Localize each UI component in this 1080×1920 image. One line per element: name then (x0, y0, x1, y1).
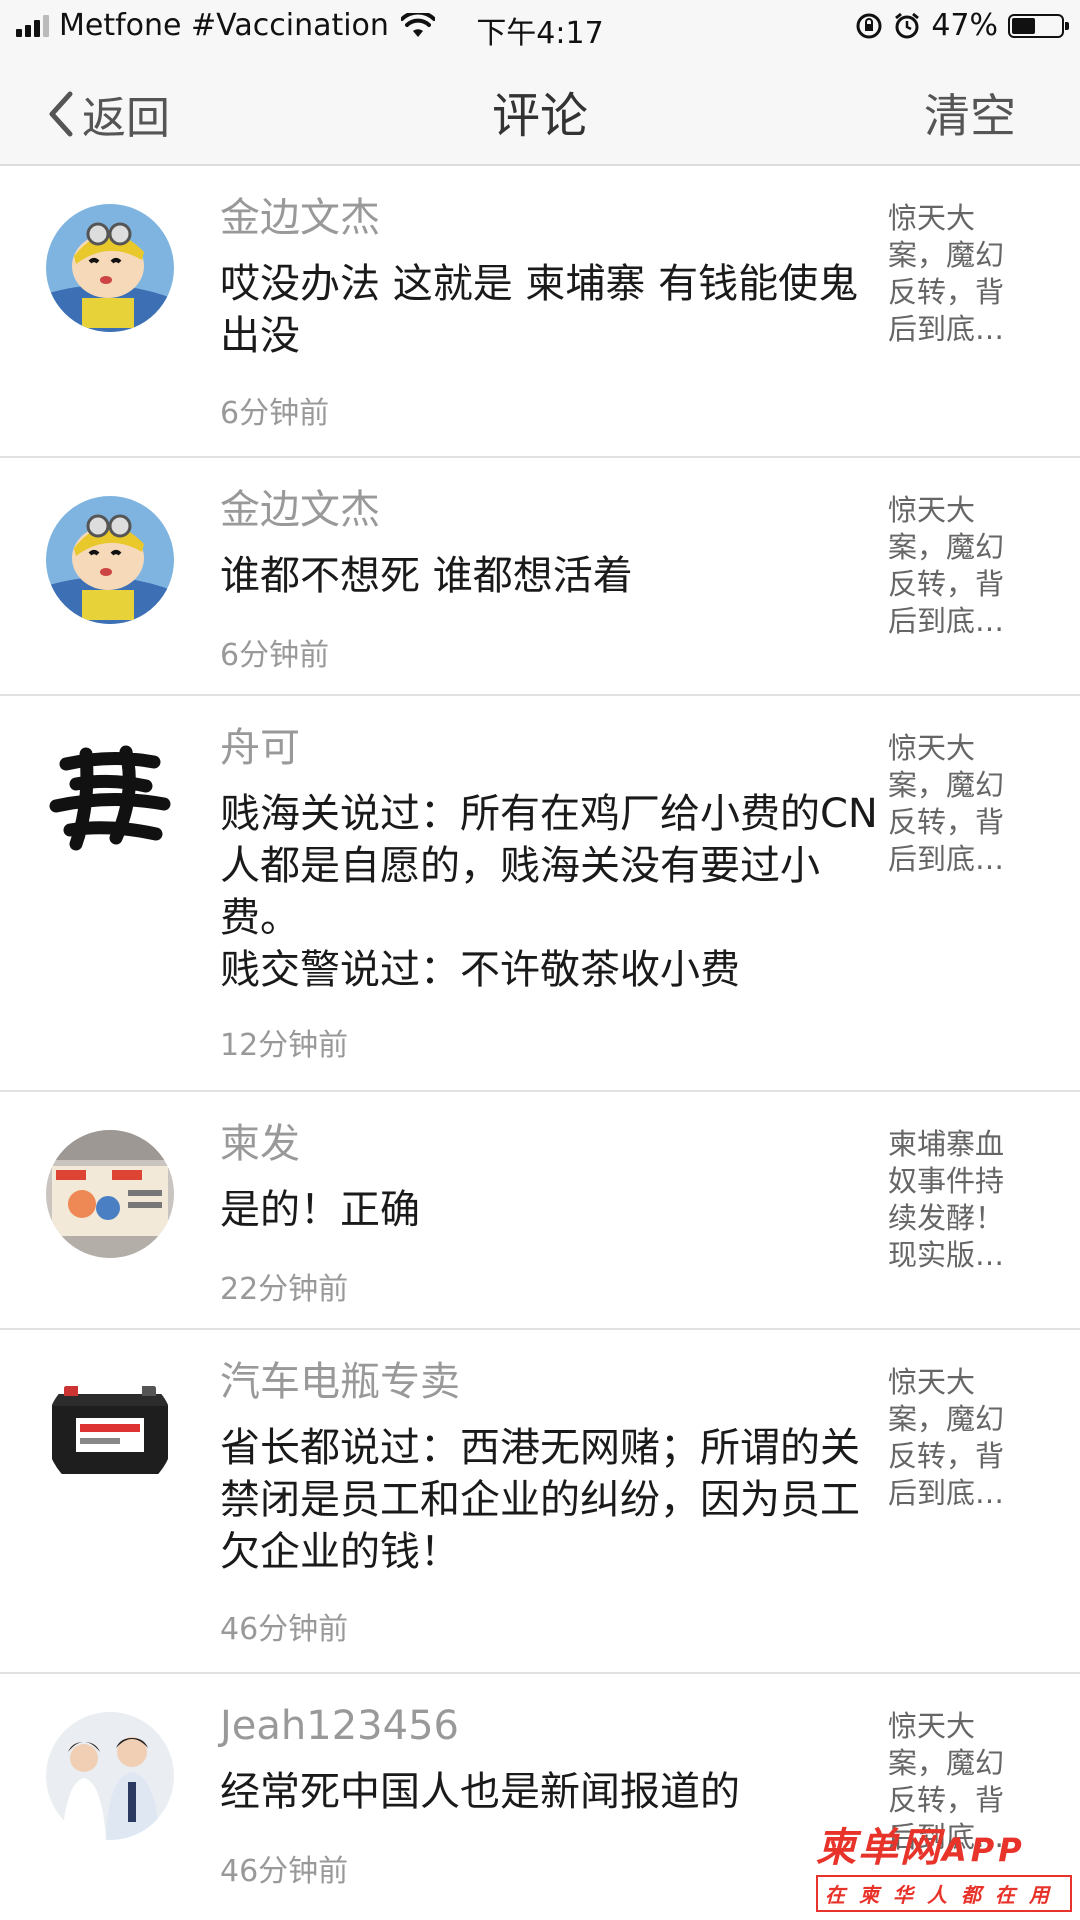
article-title-link[interactable]: 惊天大案，魔幻反转，背后到底… (888, 1364, 1018, 1512)
comment-text: 是的！正确 (220, 1187, 420, 1233)
article-title-link[interactable]: 惊天大案，魔幻反转，背后到底… (888, 200, 1018, 348)
cartoon-boy-avatar[interactable] (46, 496, 174, 624)
watermark-app: APP (942, 1831, 1026, 1869)
comment-item[interactable]: 柬发 是的！正确 22分钟前 柬埔寨血奴事件持续发酵！现实版… (0, 1092, 1080, 1330)
battery-icon (1008, 13, 1069, 38)
comment-time: 6分钟前 (220, 638, 330, 673)
alarm-icon (895, 12, 920, 38)
comment-username[interactable]: 柬发 (220, 1118, 880, 1170)
comment-list: 金边文杰 哎没办法 这就是 柬埔寨 有钱能使鬼出没 6分钟前 惊天大案，魔幻反转… (0, 166, 1080, 1920)
cartoon-boy-avatar[interactable] (46, 204, 174, 332)
comment-text: 哎没办法 这就是 柬埔寨 有钱能使鬼出没 (220, 261, 859, 359)
status-right: 47% (855, 8, 1069, 43)
battery-percent: 47% (931, 8, 998, 43)
comment-text: 省长都说过：西港无网赌；所谓的关禁闭是员工和企业的纠纷，因为员工欠企业的钱！ (220, 1425, 860, 1575)
watermark-slogan: 在柬华人都在用 (816, 1875, 1072, 1912)
article-title-link[interactable]: 惊天大案，魔幻反转，背后到底… (888, 492, 1018, 640)
people-photo-avatar[interactable] (46, 1712, 174, 1840)
article-title-link[interactable]: 柬埔寨血奴事件持续发酵！现实版… (888, 1126, 1018, 1274)
comment-time: 46分钟前 (220, 1612, 349, 1647)
comment-username[interactable]: 金边文杰 (220, 484, 880, 536)
comment-time: 22分钟前 (220, 1272, 349, 1307)
comment-item[interactable]: 汽车电瓶专卖 省长都说过：西港无网赌；所谓的关禁闭是员工和企业的纠纷，因为员工欠… (0, 1330, 1080, 1674)
nav-bar: 返回 评论 清空 (0, 56, 1080, 166)
comment-username[interactable]: 金边文杰 (220, 192, 880, 244)
comment-time: 12分钟前 (220, 1028, 349, 1063)
comment-item[interactable]: 舟可 贱海关说过：所有在鸡厂给小费的CN人都是自愿的，贱海关没有要过小费。 贱交… (0, 696, 1080, 1092)
comment-text: 贱海关说过：所有在鸡厂给小费的CN人都是自愿的，贱海关没有要过小费。 贱交警说过… (220, 791, 878, 993)
clear-button[interactable]: 清空 (924, 80, 1016, 146)
article-title-link[interactable]: 惊天大案，魔幻反转，背后到底… (888, 730, 1018, 878)
comment-username[interactable]: 汽车电瓶专卖 (220, 1356, 880, 1408)
page-title: 评论 (491, 88, 588, 144)
rotation-lock-icon (856, 13, 882, 38)
comment-username[interactable]: Jeah123456 (220, 1700, 880, 1752)
calligraphy-avatar[interactable] (46, 734, 174, 862)
comment-username[interactable]: 舟可 (220, 722, 880, 774)
comment-item[interactable]: 金边文杰 谁都不想死 谁都想活着 6分钟前 惊天大案，魔幻反转，背后到底… (0, 458, 1080, 696)
status-bar: Metfone #Vaccination 下午4:17 47% (0, 0, 1080, 56)
app-watermark: 柬单网APP 在柬华人都在用 (816, 1815, 1072, 1912)
comment-time: 46分钟前 (220, 1854, 349, 1889)
comment-text: 谁都不想死 谁都想活着 (220, 553, 633, 599)
comment-time: 6分钟前 (220, 396, 330, 431)
comment-text: 经常死中国人也是新闻报道的 (220, 1769, 740, 1815)
watermark-brand: 柬单网 (816, 1825, 942, 1871)
car-battery-avatar[interactable] (46, 1368, 174, 1496)
poster-avatar[interactable] (46, 1130, 174, 1258)
comment-item[interactable]: 金边文杰 哎没办法 这就是 柬埔寨 有钱能使鬼出没 6分钟前 惊天大案，魔幻反转… (0, 166, 1080, 458)
watermark-logo: 柬单网APP (816, 1815, 1072, 1873)
